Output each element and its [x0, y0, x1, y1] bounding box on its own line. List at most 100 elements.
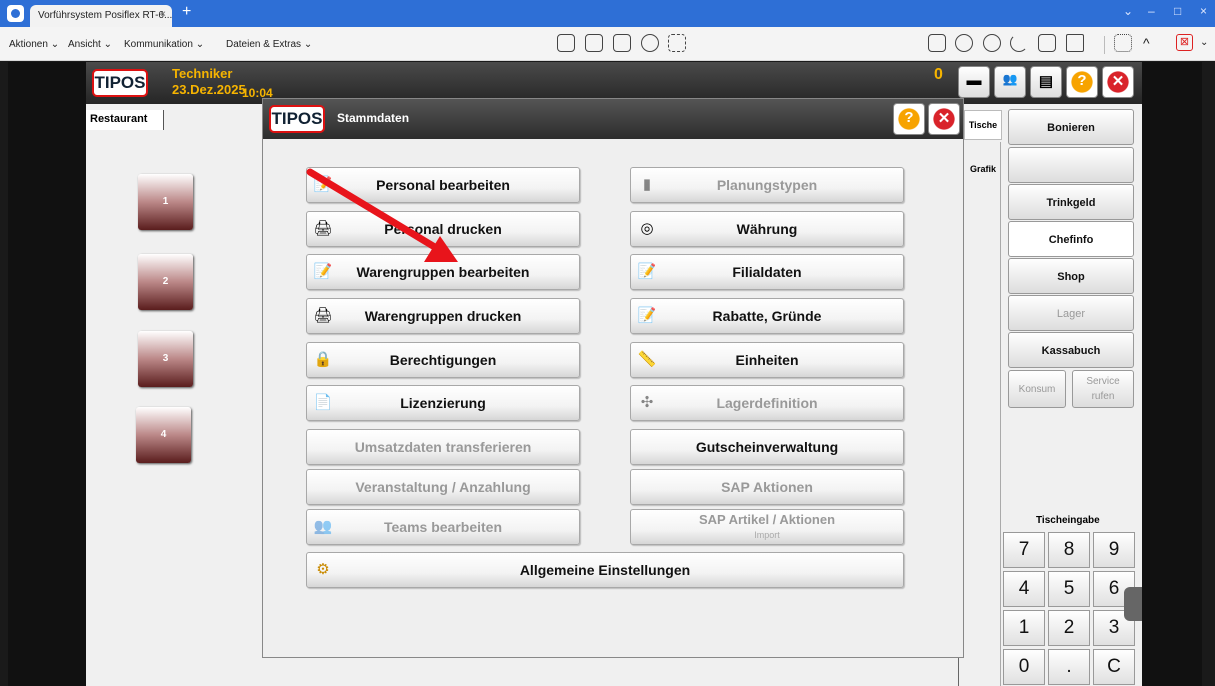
numpad-key-4[interactable]: 4: [1003, 571, 1045, 607]
session-tab[interactable]: Vorführsystem Posiflex RT-6... ×: [30, 5, 172, 27]
dropdown-icon[interactable]: ⌄: [1123, 4, 1133, 18]
button-label: Warengruppen bearbeiten: [356, 264, 530, 280]
menu-kommunikation[interactable]: Kommunikation ⌄: [124, 39, 204, 50]
warengruppen-bearbeiten-button[interactable]: 📝 Warengruppen bearbeiten: [306, 254, 580, 290]
numpad-key-9[interactable]: 9: [1093, 532, 1135, 568]
camera-icon[interactable]: [641, 34, 659, 52]
table-tile-3[interactable]: 3: [138, 331, 193, 387]
numpad-key-0[interactable]: 0: [1003, 649, 1045, 685]
numpad-key-7[interactable]: 7: [1003, 532, 1045, 568]
maximize-icon[interactable]: □: [1174, 4, 1181, 18]
warengruppen-drucken-button[interactable]: 🖨 Warengruppen drucken: [306, 298, 580, 334]
filialdaten-button[interactable]: 📝 Filialdaten: [630, 254, 904, 290]
header-help-button[interactable]: ?: [1066, 66, 1098, 98]
more-dropdown-icon[interactable]: ⌄: [1200, 37, 1208, 48]
konsum-button[interactable]: Konsum: [1008, 370, 1066, 408]
berechtigungen-button[interactable]: 🔒 Berechtigungen: [306, 342, 580, 378]
rabatte-gründe-button[interactable]: 📝 Rabatte, Gründe: [630, 298, 904, 334]
minimize-icon[interactable]: –: [1148, 4, 1155, 18]
numpad-key-1[interactable]: 1: [1003, 610, 1045, 646]
empty-function-button[interactable]: [1008, 147, 1134, 183]
numpad-key-8[interactable]: 8: [1048, 532, 1090, 568]
dialog-help-button[interactable]: ?: [893, 103, 925, 135]
lizenzierung-button[interactable]: 📄 Lizenzierung: [306, 385, 580, 421]
button-label: Umsatzdaten transferieren: [354, 439, 532, 455]
users-icon: 👥: [1002, 72, 1018, 86]
list-icon: ▤: [1038, 73, 1054, 90]
whiteboard-icon[interactable]: [1038, 34, 1056, 52]
help-icon: ?: [904, 109, 914, 126]
menu-dateien-extras[interactable]: Dateien & Extras ⌄: [226, 39, 312, 50]
sap-aktionen-button[interactable]: SAP Aktionen: [630, 469, 904, 505]
personal-drucken-button[interactable]: 🖨 Personal drucken: [306, 211, 580, 247]
umsatzdaten-transferieren-button[interactable]: Umsatzdaten transferieren: [306, 429, 580, 465]
close-icon: ✕: [1111, 73, 1125, 90]
client-menubar: Aktionen ⌄ Ansicht ⌄ Kommunikation ⌄ Dat…: [0, 27, 1215, 61]
chat-icon[interactable]: [955, 34, 973, 52]
tab-close-icon[interactable]: ×: [160, 9, 166, 20]
gutscheinverwaltung-button[interactable]: Gutscheinverwaltung: [630, 429, 904, 465]
sap-artikel-aktionen-button[interactable]: SAP Artikel / Aktionen Import: [630, 509, 904, 545]
restaurant-tab[interactable]: Restaurant: [86, 110, 164, 130]
numpad-key-2[interactable]: 2: [1048, 610, 1090, 646]
bonieren-button[interactable]: Bonieren: [1008, 109, 1134, 145]
numpad-key-dot[interactable]: .: [1048, 649, 1090, 685]
button-label: Allgemeine Einstellungen: [519, 562, 691, 578]
dialog-close-button[interactable]: ✕: [928, 103, 960, 135]
veranstaltung-anzahlung-button[interactable]: Veranstaltung / Anzahlung: [306, 469, 580, 505]
keyboard-icon[interactable]: [585, 34, 603, 52]
header-close-button[interactable]: ✕: [1102, 66, 1134, 98]
users-button[interactable]: 👥: [994, 66, 1026, 98]
call-icon[interactable]: [1010, 34, 1028, 52]
divider-line: [1000, 142, 1001, 686]
fullscreen-icon[interactable]: [1114, 34, 1132, 52]
button-label: Personal bearbeiten: [376, 177, 510, 193]
lager-button[interactable]: Lager: [1008, 295, 1134, 331]
list-button[interactable]: ▤: [1030, 66, 1062, 98]
remote-screen: TIPOS Techniker 23.Dez.2025 10:04 0 ▬ 👥 …: [8, 62, 1202, 686]
table-tile-4[interactable]: 4: [136, 407, 191, 463]
allgemeine-einstellungen-button[interactable]: ⚙ Allgemeine Einstellungen: [306, 552, 904, 588]
währung-button[interactable]: ◎ Währung: [630, 211, 904, 247]
tab-grafik[interactable]: Grafik: [964, 154, 1002, 184]
screenshot-icon[interactable]: [1066, 34, 1084, 52]
grid-icon[interactable]: [668, 34, 686, 52]
teams-bearbeiten-button[interactable]: 👥 Teams bearbeiten: [306, 509, 580, 545]
table-button[interactable]: ▬: [958, 66, 990, 98]
table-tile-2[interactable]: 2: [138, 254, 193, 310]
button-label: Gutscheinverwaltung: [695, 439, 839, 455]
shop-button[interactable]: Shop: [1008, 258, 1134, 294]
menu-ansicht[interactable]: Ansicht ⌄: [68, 39, 112, 50]
planungstypen-button[interactable]: ▮ Planungstypen: [630, 167, 904, 203]
disconnect-icon[interactable]: ⊠: [1176, 34, 1193, 51]
lagerdefinition-button[interactable]: ✣ Lagerdefinition: [630, 385, 904, 421]
kassabuch-button[interactable]: Kassabuch: [1008, 332, 1134, 368]
button-label: SAP Aktionen: [721, 479, 813, 495]
service-label: Service: [1086, 376, 1120, 387]
service-rufen-button[interactable]: Service rufen: [1072, 370, 1134, 408]
tab-tische[interactable]: Tische: [964, 110, 1002, 140]
window-close-icon[interactable]: ×: [1200, 4, 1207, 18]
file-transfer-icon[interactable]: [613, 34, 631, 52]
new-tab-button[interactable]: +: [182, 3, 191, 21]
monitor-icon[interactable]: [557, 34, 575, 52]
table-tile-1[interactable]: 1: [138, 174, 193, 230]
button-label: Planungstypen: [716, 177, 818, 193]
button-label: Filialdaten: [732, 264, 802, 280]
open-count: 0: [934, 66, 943, 83]
rufen-label: rufen: [1091, 391, 1115, 402]
numpad-key-5[interactable]: 5: [1048, 571, 1090, 607]
menu-aktionen[interactable]: Aktionen ⌄: [9, 39, 59, 50]
button-label: Rabatte, Gründe: [712, 308, 822, 324]
remote-side-handle[interactable]: [1124, 587, 1142, 621]
clipboard-icon[interactable]: [928, 34, 946, 52]
personal-bearbeiten-button[interactable]: 📝 Personal bearbeiten: [306, 167, 580, 203]
trinkgeld-button[interactable]: Trinkgeld: [1008, 184, 1134, 220]
collapse-icon[interactable]: ^: [1143, 35, 1150, 51]
stammdaten-dialog: TIPOS Stammdaten ? ✕ 📝 Personal bearbeite…: [262, 98, 964, 658]
einheiten-button[interactable]: 📏 Einheiten: [630, 342, 904, 378]
help-icon: ?: [1077, 72, 1087, 89]
webcam-icon[interactable]: [983, 34, 1001, 52]
numpad-key-clear[interactable]: C: [1093, 649, 1135, 685]
chefinfo-button[interactable]: Chefinfo: [1008, 221, 1134, 257]
